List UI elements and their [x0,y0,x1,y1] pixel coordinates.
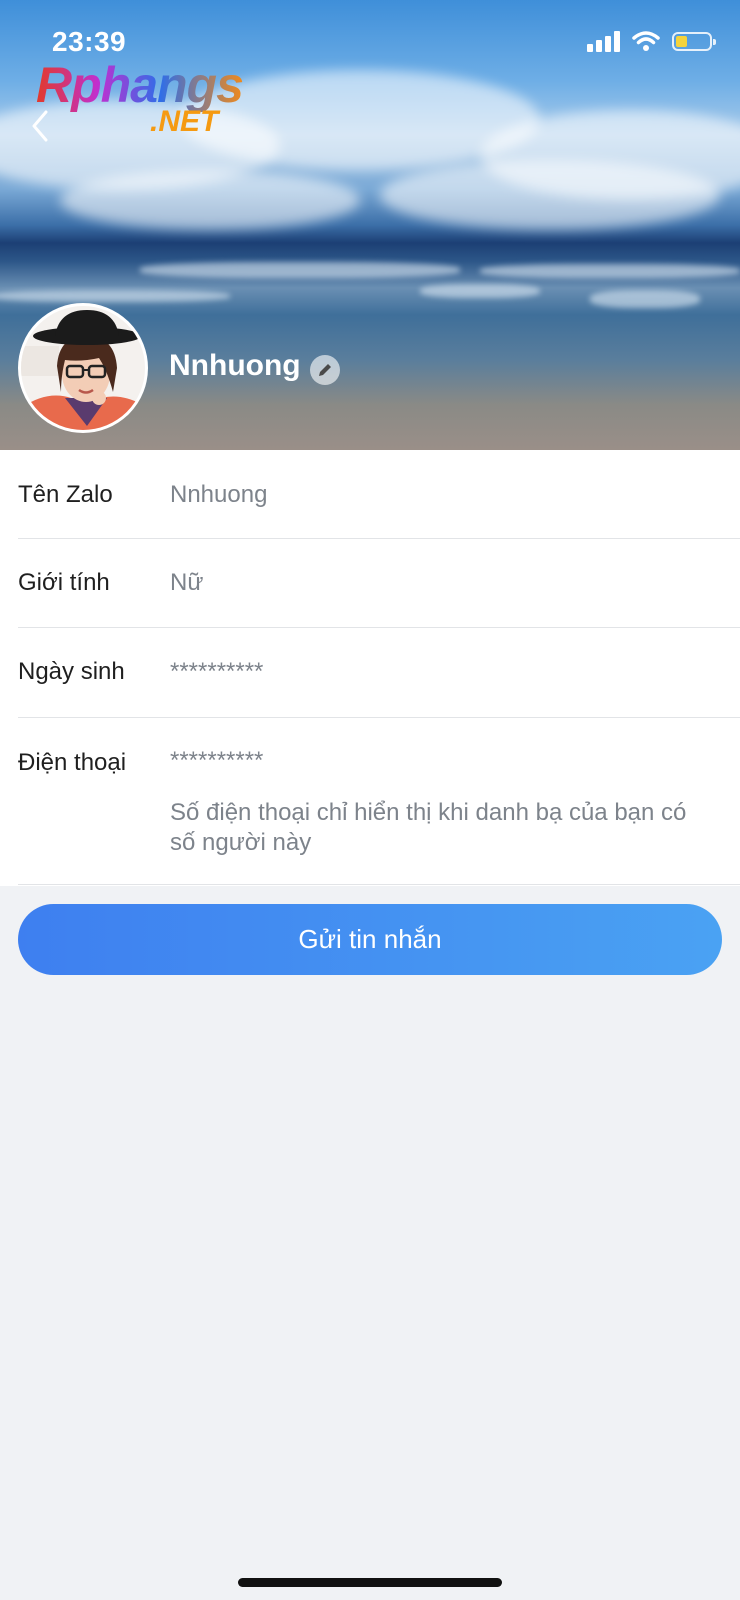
back-button[interactable] [24,106,60,146]
battery-icon [672,31,716,51]
info-value: Nữ [170,569,204,596]
divider [18,884,740,885]
battery-fill [676,35,687,47]
info-value: ********** [170,747,264,774]
info-label: Tên Zalo [18,481,113,508]
info-label: Điện thoại [18,749,127,776]
info-row-phone: Điện thoại ********** Số điện thoại chỉ … [0,718,740,886]
pencil-icon [319,364,331,376]
info-row-birthday: Ngày sinh ********** [0,628,740,718]
wifi-icon [632,31,660,51]
send-message-button[interactable]: Gửi tin nhắn [18,904,722,975]
chevron-left-icon [32,110,48,142]
info-row-zalo-name: Tên Zalo Nnhuong [0,450,740,539]
info-label: Ngày sinh [18,658,125,685]
status-icons [587,30,716,52]
avatar-image [21,306,145,430]
info-value: ********** [170,658,264,685]
home-indicator[interactable] [238,1578,502,1587]
cellular-signal-icon [587,30,620,52]
info-value: Nnhuong [170,481,268,508]
watermark-main: Rphangs [36,57,244,113]
watermark-logo: Rphangs .NET [36,58,266,138]
phone-visibility-note: Số điện thoại chỉ hiển thị khi danh bạ c… [170,799,687,856]
status-time: 23:39 [52,26,127,57]
info-row-gender: Giới tính Nữ [0,539,740,628]
avatar[interactable] [18,303,148,433]
profile-info-list: Tên Zalo Nnhuong Giới tính Nữ Ngày sinh … [0,450,740,886]
info-label: Giới tính [18,569,110,596]
watermark-sub: .NET [150,105,219,138]
profile-name: Nnhuong [169,349,301,382]
edit-name-button[interactable] [310,355,340,385]
